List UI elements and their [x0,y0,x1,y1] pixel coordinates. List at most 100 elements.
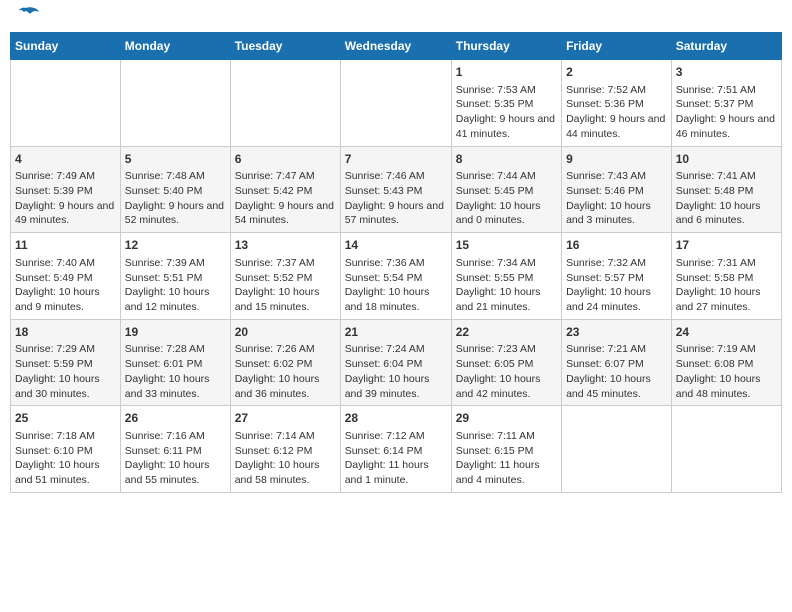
day-number: 23 [566,324,667,341]
day-number: 1 [456,64,557,81]
calendar-week-row: 11 Sunrise: 7:40 AM Sunset: 5:49 PM Dayli… [11,233,782,320]
day-of-week-header: Friday [562,33,672,60]
day-of-week-header: Monday [120,33,230,60]
day-of-week-header: Thursday [451,33,561,60]
day-number: 4 [15,151,116,168]
day-number: 22 [456,324,557,341]
day-info: Sunrise: 7:46 AM Sunset: 5:43 PM Dayligh… [345,169,447,228]
day-of-week-header: Saturday [671,33,781,60]
calendar-cell: 1 Sunrise: 7:53 AM Sunset: 5:35 PM Daylig… [451,60,561,147]
calendar-cell: 9Sunrise: 7:43 AM Sunset: 5:46 PM Daylig… [562,146,672,233]
day-number: 20 [235,324,336,341]
calendar-cell: 4Sunrise: 7:49 AM Sunset: 5:39 PM Daylig… [11,146,121,233]
day-number: 16 [566,237,667,254]
calendar-header-row: SundayMondayTuesdayWednesdayThursdayFrid… [11,33,782,60]
calendar-week-row: 18Sunrise: 7:29 AM Sunset: 5:59 PM Dayli… [11,319,782,406]
calendar-cell: 10Sunrise: 7:41 AM Sunset: 5:48 PM Dayli… [671,146,781,233]
day-number: 14 [345,237,447,254]
day-info: Sunrise: 7:43 AM Sunset: 5:46 PM Dayligh… [566,169,667,228]
day-number: 3 [676,64,777,81]
day-info: Sunrise: 7:18 AM Sunset: 6:10 PM Dayligh… [15,429,116,488]
calendar-cell: 15Sunrise: 7:34 AM Sunset: 5:55 PM Dayli… [451,233,561,320]
calendar-cell: 6Sunrise: 7:47 AM Sunset: 5:42 PM Daylig… [230,146,340,233]
day-info: Sunrise: 7:48 AM Sunset: 5:40 PM Dayligh… [125,169,226,228]
day-info: Sunrise: 7:34 AM Sunset: 5:55 PM Dayligh… [456,256,557,315]
day-number: 19 [125,324,226,341]
day-info: Sunrise: 7:23 AM Sunset: 6:05 PM Dayligh… [456,342,557,401]
day-info: Sunrise: 7:28 AM Sunset: 6:01 PM Dayligh… [125,342,226,401]
calendar-cell [11,60,121,147]
calendar-cell: 7Sunrise: 7:46 AM Sunset: 5:43 PM Daylig… [340,146,451,233]
day-info: Sunrise: 7:16 AM Sunset: 6:11 PM Dayligh… [125,429,226,488]
calendar-cell: 22Sunrise: 7:23 AM Sunset: 6:05 PM Dayli… [451,319,561,406]
day-number: 17 [676,237,777,254]
calendar-cell: 27 Sunrise: 7:14 AM Sunset: 6:12 PM Dayli… [230,406,340,493]
day-info: Sunrise: 7:26 AM Sunset: 6:02 PM Dayligh… [235,342,336,401]
calendar-cell [120,60,230,147]
calendar-cell [562,406,672,493]
day-number: 24 [676,324,777,341]
calendar-cell [230,60,340,147]
day-number: 27 [235,410,336,427]
calendar-week-row: 25Sunrise: 7:18 AM Sunset: 6:10 PM Dayli… [11,406,782,493]
calendar-week-row: 4Sunrise: 7:49 AM Sunset: 5:39 PM Daylig… [11,146,782,233]
day-info: Sunrise: 7:37 AM Sunset: 5:52 PM Dayligh… [235,256,336,315]
calendar-cell: 20Sunrise: 7:26 AM Sunset: 6:02 PM Dayli… [230,319,340,406]
calendar-cell: 11 Sunrise: 7:40 AM Sunset: 5:49 PM Dayli… [11,233,121,320]
day-number: 29 [456,410,557,427]
day-number: 18 [15,324,116,341]
day-info: Sunrise: 7:24 AM Sunset: 6:04 PM Dayligh… [345,342,447,401]
calendar-cell: 28Sunrise: 7:12 AM Sunset: 6:14 PM Dayli… [340,406,451,493]
day-number: 11 [15,237,116,254]
calendar-cell: 16 Sunrise: 7:32 AM Sunset: 5:57 PM Dayli… [562,233,672,320]
calendar-cell: 21Sunrise: 7:24 AM Sunset: 6:04 PM Dayli… [340,319,451,406]
calendar-week-row: 1 Sunrise: 7:53 AM Sunset: 5:35 PM Daylig… [11,60,782,147]
calendar-cell: 24Sunrise: 7:19 AM Sunset: 6:08 PM Dayli… [671,319,781,406]
day-info: Sunrise: 7:19 AM Sunset: 6:08 PM Dayligh… [676,342,777,401]
calendar-cell: 29 Sunrise: 7:11 AM Sunset: 6:15 PM Dayli… [451,406,561,493]
day-number: 26 [125,410,226,427]
day-info: Sunrise: 7:40 AM Sunset: 5:49 PM Dayligh… [15,256,116,315]
day-info: Sunrise: 7:44 AM Sunset: 5:45 PM Dayligh… [456,169,557,228]
day-number: 8 [456,151,557,168]
day-info: Sunrise: 7:49 AM Sunset: 5:39 PM Dayligh… [15,169,116,228]
day-number: 10 [676,151,777,168]
day-number: 5 [125,151,226,168]
day-info: Sunrise: 7:12 AM Sunset: 6:14 PM Dayligh… [345,429,447,488]
calendar-cell: 19Sunrise: 7:28 AM Sunset: 6:01 PM Dayli… [120,319,230,406]
day-of-week-header: Tuesday [230,33,340,60]
day-number: 6 [235,151,336,168]
day-of-week-header: Sunday [11,33,121,60]
logo [10,10,40,28]
day-info: Sunrise: 7:47 AM Sunset: 5:42 PM Dayligh… [235,169,336,228]
calendar-cell: 14 Sunrise: 7:36 AM Sunset: 5:54 PM Dayli… [340,233,451,320]
day-info: Sunrise: 7:14 AM Sunset: 6:12 PM Dayligh… [235,429,336,488]
calendar-cell: 26 Sunrise: 7:16 AM Sunset: 6:11 PM Dayli… [120,406,230,493]
page-header [10,10,782,28]
day-info: Sunrise: 7:53 AM Sunset: 5:35 PM Dayligh… [456,83,557,142]
calendar-cell: 25Sunrise: 7:18 AM Sunset: 6:10 PM Dayli… [11,406,121,493]
calendar-cell: 5Sunrise: 7:48 AM Sunset: 5:40 PM Daylig… [120,146,230,233]
day-number: 7 [345,151,447,168]
day-info: Sunrise: 7:52 AM Sunset: 5:36 PM Dayligh… [566,83,667,142]
calendar-cell [340,60,451,147]
day-info: Sunrise: 7:39 AM Sunset: 5:51 PM Dayligh… [125,256,226,315]
day-info: Sunrise: 7:36 AM Sunset: 5:54 PM Dayligh… [345,256,447,315]
day-number: 13 [235,237,336,254]
calendar-cell: 3Sunrise: 7:51 AM Sunset: 5:37 PM Daylig… [671,60,781,147]
logo-bird-icon [12,6,40,28]
calendar-cell: 18Sunrise: 7:29 AM Sunset: 5:59 PM Dayli… [11,319,121,406]
day-number: 12 [125,237,226,254]
calendar-table: SundayMondayTuesdayWednesdayThursdayFrid… [10,32,782,493]
calendar-cell: 23Sunrise: 7:21 AM Sunset: 6:07 PM Dayli… [562,319,672,406]
day-info: Sunrise: 7:21 AM Sunset: 6:07 PM Dayligh… [566,342,667,401]
day-info: Sunrise: 7:11 AM Sunset: 6:15 PM Dayligh… [456,429,557,488]
logo-text [10,14,40,28]
day-number: 21 [345,324,447,341]
calendar-cell: 17Sunrise: 7:31 AM Sunset: 5:58 PM Dayli… [671,233,781,320]
calendar-body: 1 Sunrise: 7:53 AM Sunset: 5:35 PM Daylig… [11,60,782,493]
calendar-cell: 13 Sunrise: 7:37 AM Sunset: 5:52 PM Dayli… [230,233,340,320]
calendar-cell: 2Sunrise: 7:52 AM Sunset: 5:36 PM Daylig… [562,60,672,147]
calendar-cell [671,406,781,493]
day-info: Sunrise: 7:32 AM Sunset: 5:57 PM Dayligh… [566,256,667,315]
